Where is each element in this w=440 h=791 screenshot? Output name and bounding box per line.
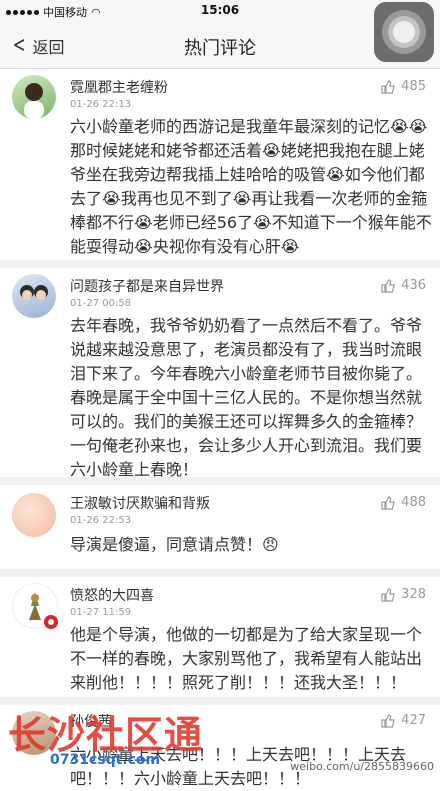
watermark-logo: 长沙社区通 (8, 712, 204, 757)
like-button[interactable]: 427 (381, 713, 426, 728)
assistive-touch-button[interactable] (374, 2, 434, 62)
comment-username[interactable]: 霓凰郡主老缠粉 (70, 77, 168, 97)
comment-username[interactable]: 王淑敏讨厌欺骗和背叛 (70, 493, 210, 513)
thumbs-up-icon (381, 495, 395, 510)
like-count: 485 (401, 79, 426, 94)
divider (0, 260, 440, 268)
avatar[interactable] (12, 493, 56, 537)
divider (0, 477, 440, 485)
flower-badge-icon (44, 615, 58, 629)
thumbs-up-icon (381, 587, 395, 602)
comment-username[interactable]: 问题孩子都是来自异世界 (70, 276, 224, 296)
thumbs-up-icon (381, 79, 395, 94)
thumbs-up-icon (381, 713, 395, 728)
like-button[interactable]: 328 (381, 587, 426, 602)
like-count: 436 (401, 278, 426, 293)
weibo-watermark: weibo.com/u/2855839660 (290, 760, 434, 773)
comment-item: 霓凰郡主老缠粉 01-26 22:13 485 六小龄童老师的西游记是我童年最深… (0, 69, 440, 261)
comment-time: 01-27 11:59 (70, 607, 132, 618)
comment-username[interactable]: 愤怒的大四喜 (70, 585, 154, 605)
like-button[interactable]: 485 (381, 79, 426, 94)
comment-time: 01-26 22:13 (70, 99, 132, 110)
comment-text: 去年春晚，我爷爷奶奶看了一点然后不看了。爷爷说越来越没意思了，老演员都没有了，我… (70, 316, 423, 479)
comment-text: 导演是傻逼，同意请点赞！😠 (70, 535, 279, 554)
comment-text: 他是个导演，他做的一切都是为了给大家呈现一个不一样的春晚，大家别骂他了，我希望有… (70, 625, 423, 692)
comment-item: 问题孩子都是来自异世界 01-27 00:58 436 去年春晚，我爷爷奶奶看了… (0, 268, 440, 479)
comment-text: 六小龄童老师的西游记是我童年最深刻的记忆😭😭那时候姥姥和姥爷都还活着😭姥姥把我抱… (70, 117, 432, 256)
avatar[interactable] (12, 274, 56, 318)
like-button[interactable]: 436 (381, 278, 426, 293)
avatar[interactable] (12, 75, 56, 119)
comment-time: 01-27 00:58 (70, 298, 132, 309)
comment-item: 王淑敏讨厌欺骗和背叛 01-26 22:53 488 导演是傻逼，同意请点赞！😠 (0, 485, 440, 570)
watermark-url: 0731csqt.com (50, 752, 161, 768)
like-count: 488 (401, 495, 426, 510)
like-count: 328 (401, 587, 426, 602)
comment-time: 01-26 22:53 (70, 515, 132, 526)
like-count: 427 (401, 713, 426, 728)
comment-item: 愤怒的大四喜 01-27 11:59 328 他是个导演，他做的一切都是为了给大… (0, 577, 440, 698)
divider (0, 569, 440, 577)
like-button[interactable]: 488 (381, 495, 426, 510)
thumbs-up-icon (381, 278, 395, 293)
